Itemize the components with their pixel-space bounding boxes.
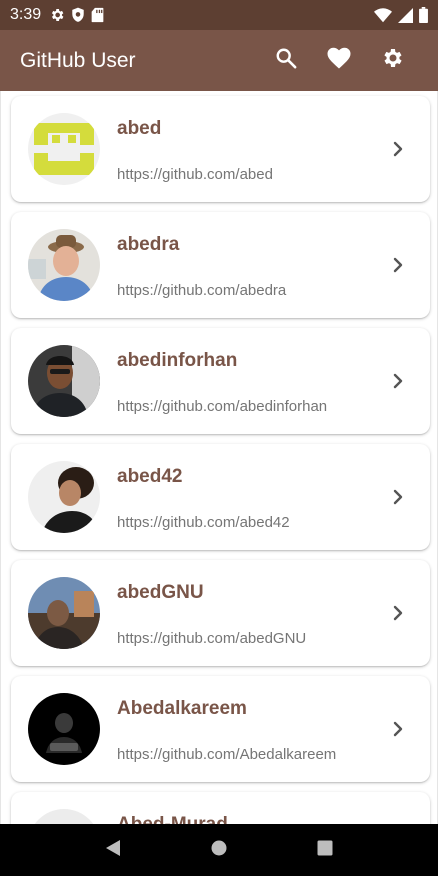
heart-icon (326, 47, 351, 74)
home-button[interactable] (195, 826, 243, 874)
user-url: https://github.com/abedinforhan (117, 398, 328, 415)
user-card[interactable]: abed42 https://github.com/abed42 (11, 444, 430, 550)
search-icon (275, 47, 297, 74)
home-icon (211, 840, 227, 861)
avatar (28, 809, 100, 824)
username: abedinforhan (117, 350, 238, 371)
status-time: 3:39 (10, 6, 42, 23)
user-card[interactable]: abed https://github.com/abed (11, 96, 430, 202)
settings-button[interactable] (365, 37, 418, 85)
username: abedGNU (117, 582, 204, 603)
username: abedra (117, 234, 180, 255)
chevron-right-icon (388, 487, 408, 507)
app-title: GitHub User (20, 48, 136, 72)
username: abed (117, 118, 162, 139)
username: Abedalkareem (117, 698, 247, 719)
avatar (28, 693, 100, 765)
user-card[interactable]: Abedalkareem https://github.com/Abedalka… (11, 676, 430, 782)
search-button[interactable] (259, 37, 312, 85)
avatar (28, 461, 100, 533)
username: abed42 (117, 466, 183, 487)
chevron-right-icon (388, 255, 408, 275)
user-url: https://github.com/Abedalkareem (117, 746, 337, 763)
signal-icon (398, 7, 413, 23)
avatar (28, 577, 100, 649)
sd-card-icon (91, 7, 104, 23)
chevron-right-icon (388, 139, 408, 159)
user-url: https://github.com/abed (117, 166, 273, 183)
user-url: https://github.com/abed42 (117, 514, 290, 531)
navigation-bar (0, 824, 438, 876)
user-card[interactable]: abedinforhan https://github.com/abedinfo… (11, 328, 430, 434)
chevron-right-icon (388, 719, 408, 739)
shield-icon (71, 7, 85, 23)
wifi-icon (374, 7, 392, 23)
gear-icon (49, 7, 65, 23)
back-button[interactable] (89, 826, 137, 874)
user-list[interactable]: abed https://github.com/abed abedra http… (0, 91, 438, 824)
user-card[interactable]: abedra https://github.com/abedra (11, 212, 430, 318)
status-left-icons (49, 7, 104, 23)
avatar (28, 229, 100, 301)
favorites-button[interactable] (312, 37, 365, 85)
status-right-icons (374, 7, 428, 23)
recents-icon (317, 840, 333, 861)
recents-button[interactable] (301, 826, 349, 874)
chevron-right-icon (388, 603, 408, 623)
settings-icon (380, 46, 404, 75)
battery-icon (419, 7, 428, 23)
app-bar: GitHub User (0, 30, 438, 91)
user-url: https://github.com/abedra (117, 282, 287, 299)
app-actions (259, 37, 418, 85)
username: Abed-Murad (117, 814, 228, 824)
user-url: https://github.com/abedGNU (117, 630, 307, 647)
user-card[interactable]: Abed-Murad (11, 792, 430, 824)
status-bar: 3:39 (0, 0, 438, 30)
user-card[interactable]: abedGNU https://github.com/abedGNU (11, 560, 430, 666)
chevron-right-icon (388, 371, 408, 391)
avatar (28, 345, 100, 417)
back-icon (104, 839, 122, 862)
avatar (28, 113, 100, 185)
